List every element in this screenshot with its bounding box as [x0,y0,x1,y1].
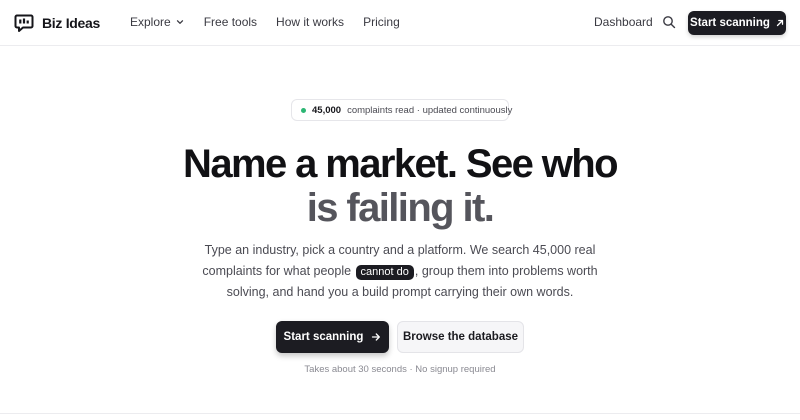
subtitle-line-2-start: complaints for what people [202,264,355,278]
hero-note: Takes about 30 seconds · No signup requi… [304,364,496,375]
live-status-dot [301,107,306,113]
subtitle-line-2-end: , group them into problems worth [414,264,598,278]
headline-line-2: is failing it. [306,186,495,230]
brand-logo-link[interactable]: Biz Ideas [14,12,100,34]
stats-badge: 45,000 complaints read · updated continu… [291,99,513,121]
badge-text: complaints read · updated continuously [347,104,513,116]
subtitle-line-3: solving, and hand you a build prompt car… [226,285,574,299]
arrow-up-right-icon [776,19,784,27]
nav-free-tools[interactable]: Free tools [204,15,257,29]
headline-line-1: Name a market. See who [183,142,619,186]
nav-explore-label: Explore [130,15,171,29]
top-nav: Biz Ideas Explore Free tools How it work… [0,0,800,46]
nav-links: Explore Free tools How it works Pricing [130,15,400,29]
arrow-right-icon [372,333,381,341]
subtitle-line-2: complaints for what people cannot do, gr… [0,261,800,282]
nav-pricing[interactable]: Pricing [363,15,400,29]
subtitle-line-1: Type an industry, pick a country and a p… [204,243,596,257]
nav-how-it-works[interactable]: How it works [276,15,344,29]
search-button[interactable] [662,15,676,29]
nav-dashboard[interactable]: Dashboard [594,15,653,29]
highlight-pill: cannot do [355,265,414,280]
start-scanning-nav-button[interactable]: Start scanning [688,11,786,35]
start-scanning-button[interactable]: Start scanning [276,321,389,353]
hero-headline: Name a market. See who is failing it. [0,142,800,230]
section-divider [0,413,800,414]
start-scanning-nav-label: Start scanning [690,17,770,29]
start-scanning-label: Start scanning [283,331,364,343]
search-icon [663,16,676,29]
hero-subtitle: Type an industry, pick a country and a p… [0,240,800,303]
nav-explore[interactable]: Explore [130,15,184,29]
brand-name: Biz Ideas [42,15,100,31]
complaints-count: 45,000 [312,104,342,116]
browse-database-button[interactable]: Browse the database [397,321,524,353]
chevron-down-icon [176,20,183,24]
chat-bubble-icon [14,14,34,32]
